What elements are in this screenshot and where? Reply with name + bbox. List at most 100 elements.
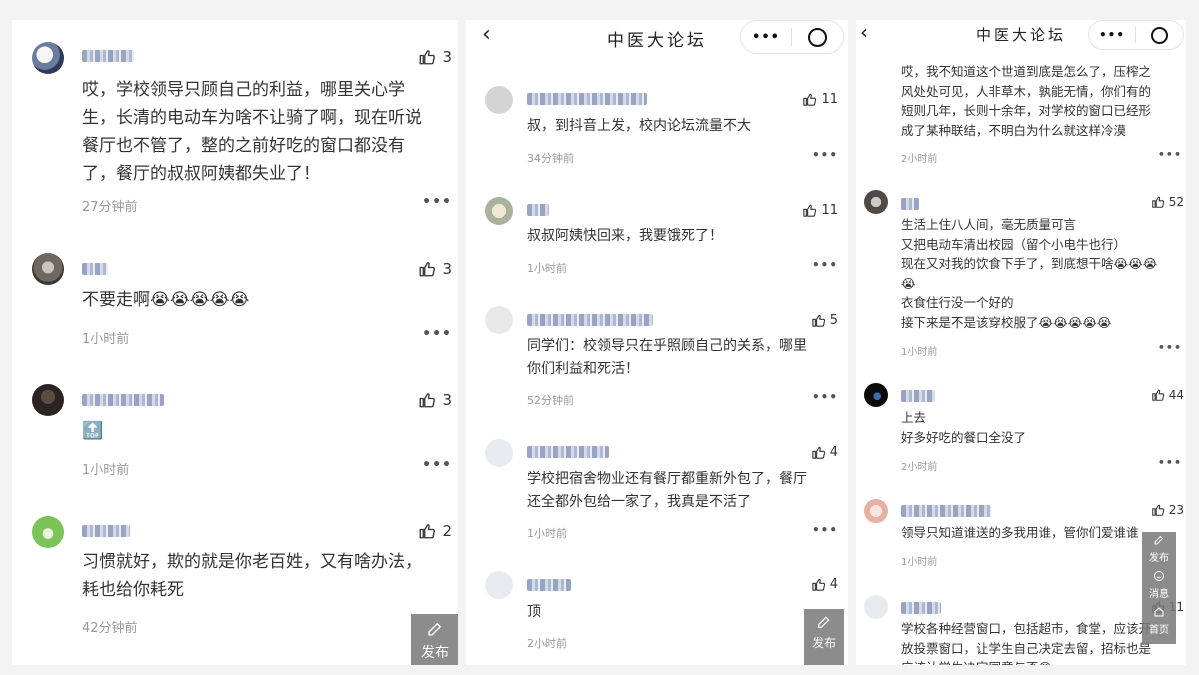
comment-time: 1小时前 xyxy=(82,332,130,347)
comment-time: 2小时前 xyxy=(901,154,938,165)
username-blurred[interactable] xyxy=(901,505,991,517)
username-blurred[interactable] xyxy=(82,263,108,275)
avatar[interactable] xyxy=(864,383,888,407)
publish-label: 发布 xyxy=(811,636,836,650)
avatar[interactable] xyxy=(485,86,513,114)
comment-text: 哎，学校领导只顾自己的利益，哪里关心学 生，长清的电动车为啥不让骑了啊，现在听说… xyxy=(82,80,422,184)
username-blurred[interactable] xyxy=(82,525,130,537)
avatar[interactable] xyxy=(485,306,513,334)
messages-label: 消息 xyxy=(1149,589,1169,600)
comment-text: 学校各种经营窗口，包括超市，食堂，应该开 放投票窗口，让学生自己决定去留，招标也… xyxy=(901,621,1152,665)
comment-time: 1小时前 xyxy=(901,557,938,568)
like-button[interactable]: 3 xyxy=(418,391,452,409)
like-button[interactable]: 23 xyxy=(1151,503,1184,517)
menu-dots-icon[interactable]: ••• xyxy=(741,30,791,45)
thumbs-up-icon xyxy=(812,446,825,459)
side-action-menu: 发布 消息 首页 xyxy=(1142,532,1176,644)
target-icon[interactable] xyxy=(792,27,842,47)
more-dots-icon[interactable]: ••• xyxy=(1158,341,1182,354)
avatar[interactable] xyxy=(864,499,888,523)
like-button[interactable]: 5 xyxy=(811,313,838,328)
username-blurred[interactable] xyxy=(527,204,549,216)
navbar: ‹ 中医大论坛 ••• xyxy=(856,20,1186,50)
like-button[interactable]: 3 xyxy=(418,260,452,278)
thumbs-up-icon xyxy=(812,578,825,591)
comment-text: 不要走啊😭😭😭😭😭 xyxy=(82,290,250,310)
avatar[interactable] xyxy=(32,516,64,548)
like-count: 4 xyxy=(829,577,838,592)
like-button[interactable]: 44 xyxy=(1151,388,1184,402)
like-count: 3 xyxy=(442,48,452,66)
username-blurred[interactable] xyxy=(527,446,609,458)
avatar[interactable] xyxy=(32,42,64,74)
more-dots-icon[interactable]: ••• xyxy=(812,390,838,404)
like-button[interactable]: 2 xyxy=(418,522,452,540)
publish-label: 发布 xyxy=(1149,553,1169,564)
username-blurred[interactable] xyxy=(82,394,164,406)
publish-button[interactable]: 发布 xyxy=(1142,532,1176,570)
more-dots-icon[interactable]: ••• xyxy=(812,523,838,537)
messages-button[interactable]: 消息 xyxy=(1142,570,1176,606)
like-button[interactable]: 11 xyxy=(802,92,838,107)
more-dots-icon[interactable]: ••• xyxy=(1158,456,1182,469)
comment-time: 1小时前 xyxy=(527,262,567,275)
comment-time: 42分钟前 xyxy=(82,621,138,636)
thumbs-up-icon xyxy=(812,314,825,327)
like-count: 52 xyxy=(1168,195,1184,209)
avatar[interactable] xyxy=(32,384,64,416)
target-icon[interactable] xyxy=(1136,26,1182,44)
more-dots-icon[interactable]: ••• xyxy=(812,148,838,162)
username-blurred[interactable] xyxy=(527,93,647,105)
like-count: 23 xyxy=(1168,503,1184,517)
like-button[interactable]: 4 xyxy=(811,445,838,460)
like-count: 3 xyxy=(442,260,452,278)
comment-time: 1小时前 xyxy=(82,463,130,478)
like-button[interactable]: 52 xyxy=(1151,195,1184,209)
comment-text: 上去 好多好吃的餐口全没了 xyxy=(901,410,1027,445)
comment-time: 52分钟前 xyxy=(527,394,574,407)
menu-dots-icon[interactable]: ••• xyxy=(1089,28,1135,42)
comment-text: 学校把宿舍物业还有餐厅都重新外包了，餐厅 还全都外包给一家了，我真是不活了 xyxy=(527,471,807,510)
more-dots-icon[interactable]: ••• xyxy=(812,258,838,272)
smile-icon xyxy=(1154,571,1164,581)
like-count: 4 xyxy=(829,445,838,460)
publish-button[interactable]: 发布 xyxy=(411,614,458,665)
home-button[interactable]: 首页 xyxy=(1142,606,1176,642)
like-button[interactable]: 4 xyxy=(811,577,838,592)
comment-text: 叔叔阿姨快回来，我要饿死了！ xyxy=(527,228,723,244)
username-blurred[interactable] xyxy=(527,314,653,326)
avatar[interactable] xyxy=(32,253,64,285)
avatar[interactable] xyxy=(864,595,888,619)
comment-text: 生活上住八人间，毫无质量可言 又把电动车清出校园（留个小电牛也行） 现在又对我的… xyxy=(901,217,1158,330)
username-blurred[interactable] xyxy=(82,50,134,62)
comment-time: 34分钟前 xyxy=(527,152,574,165)
thumbs-up-icon xyxy=(803,93,817,106)
comments-panel-1: 3 哎，学校领导只顾自己的利益，哪里关心学 生，长清的电动车为啥不让骑了啊，现在… xyxy=(12,20,458,665)
username-blurred[interactable] xyxy=(901,198,919,210)
comment-time: 2小时前 xyxy=(527,637,567,650)
more-dots-icon[interactable]: ••• xyxy=(422,457,452,473)
publish-button[interactable]: 发布 xyxy=(804,609,844,665)
username-blurred[interactable] xyxy=(527,579,571,591)
avatar[interactable] xyxy=(485,439,513,467)
avatar[interactable] xyxy=(485,571,513,599)
username-blurred[interactable] xyxy=(901,602,941,614)
avatar[interactable] xyxy=(485,197,513,225)
comment-text: 顶 xyxy=(527,604,541,620)
more-dots-icon[interactable]: ••• xyxy=(422,194,452,210)
comment-time: 27分钟前 xyxy=(82,200,138,215)
like-button[interactable]: 3 xyxy=(418,48,452,66)
username-blurred[interactable] xyxy=(901,390,935,402)
comment-time: 1小时前 xyxy=(527,527,567,540)
like-count: 5 xyxy=(829,313,838,328)
pencil-icon xyxy=(1154,535,1164,545)
comment-text: 哎，我不知道这个世道到底是怎么了，压榨之 风处处可见，人非草木，孰能无情，你们有… xyxy=(901,64,1152,138)
avatar[interactable] xyxy=(864,190,888,214)
more-dots-icon[interactable]: ••• xyxy=(1158,148,1182,161)
thumbs-up-icon xyxy=(803,204,817,217)
like-button[interactable]: 11 xyxy=(802,203,838,218)
comments-panel-3: ‹ 中医大论坛 ••• 哎，我不知道这个世道到底是怎么了，压榨之 风处处可见，人… xyxy=(856,20,1186,665)
comment-time: 1小时前 xyxy=(901,347,938,358)
more-dots-icon[interactable]: ••• xyxy=(422,326,452,342)
thumbs-up-icon xyxy=(1151,196,1164,208)
